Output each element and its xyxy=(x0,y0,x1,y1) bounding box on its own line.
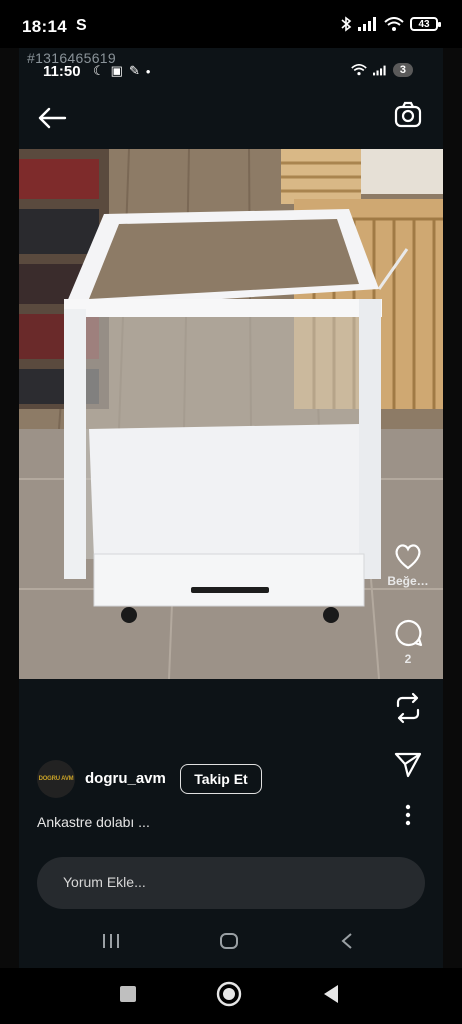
status-icons: 43 xyxy=(340,16,441,32)
leaf-icon: ✎ xyxy=(128,63,140,78)
comment-count: 2 xyxy=(404,652,412,666)
outer-nav-bar xyxy=(0,968,462,1024)
follow-button[interactable]: Takip Et xyxy=(180,764,262,794)
repost-action[interactable] xyxy=(385,692,431,724)
signal-icon xyxy=(358,17,376,31)
product-photo[interactable] xyxy=(19,149,443,679)
like-label: Beğe… xyxy=(387,574,429,588)
recent-apps-icon[interactable] xyxy=(119,985,137,1003)
send-icon[interactable] xyxy=(393,750,423,778)
back-nav-icon[interactable] xyxy=(339,932,355,950)
status-time: 18:14 xyxy=(22,17,67,36)
wifi-icon xyxy=(351,64,367,76)
comment-input[interactable]: Yorum Ekle... xyxy=(37,857,425,909)
outer-status-bar: 18:14 S 43 xyxy=(0,0,462,48)
arrow-left-icon[interactable] xyxy=(35,104,69,132)
signal-icon xyxy=(372,65,386,75)
home-icon[interactable] xyxy=(216,981,242,1007)
share-action[interactable] xyxy=(385,750,431,778)
post-caption[interactable]: Ankastre dolabı ... xyxy=(37,814,150,830)
battery-icon: 43 xyxy=(410,17,441,31)
recent-apps-icon[interactable] xyxy=(101,932,121,950)
avatar-logo: DOGRU AVM xyxy=(38,776,74,782)
back-nav-icon[interactable] xyxy=(322,983,340,1005)
dot-icon: • xyxy=(145,63,151,79)
comment-action[interactable]: 2 xyxy=(385,618,431,666)
inner-right-icons: 3 xyxy=(351,63,413,77)
media-footer xyxy=(19,679,443,737)
wifi-icon xyxy=(384,16,404,31)
product-image xyxy=(19,149,443,679)
moon-icon: ☾ xyxy=(93,63,105,78)
heart-icon[interactable] xyxy=(393,542,423,570)
inner-status-time: 11:50 xyxy=(43,63,81,80)
inner-screenshot: #1316465619 11:50 ☾ ▣ ✎ • 3 Beğe… 2 DOGR… xyxy=(19,48,443,968)
camera-icon[interactable] xyxy=(393,100,423,130)
bluetooth-icon xyxy=(341,16,352,32)
comment-icon[interactable] xyxy=(393,618,423,648)
inner-battery-badge: 3 xyxy=(392,63,413,77)
comment-placeholder: Yorum Ekle... xyxy=(63,874,146,890)
like-action[interactable]: Beğe… xyxy=(385,542,431,588)
more-vertical-icon[interactable] xyxy=(403,804,413,826)
inner-nav-bar xyxy=(19,918,443,968)
home-icon[interactable] xyxy=(219,932,239,950)
avatar[interactable]: DOGRU AVM xyxy=(37,760,75,798)
app-indicator: S xyxy=(76,17,87,34)
username[interactable]: dogru_avm xyxy=(85,770,166,787)
repost-icon[interactable] xyxy=(393,692,423,724)
inner-status-icons: ☾ ▣ ✎ • xyxy=(93,63,150,79)
battery-level: 43 xyxy=(418,18,430,30)
app-icon: ▣ xyxy=(110,63,123,78)
more-action[interactable] xyxy=(385,804,431,826)
